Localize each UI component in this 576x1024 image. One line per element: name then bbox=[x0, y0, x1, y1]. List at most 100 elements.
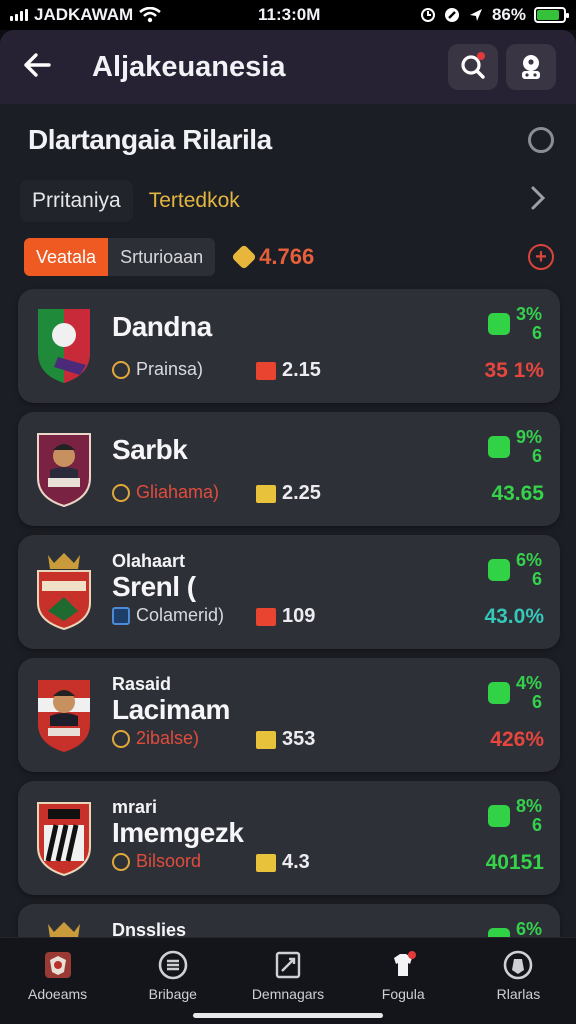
search-button[interactable] bbox=[448, 44, 498, 90]
player-card[interactable]: mrari Imemgezk Bilsoord 4.3 8% 6 40151 bbox=[18, 781, 560, 895]
stat-value: 353 bbox=[282, 728, 316, 750]
battery-percent: 86% bbox=[491, 5, 526, 24]
change-bottom: 6 bbox=[531, 814, 542, 835]
stat-icon bbox=[256, 607, 276, 626]
alarm-icon bbox=[420, 8, 435, 22]
tab-primary[interactable]: Prritaniya bbox=[20, 180, 133, 222]
player-club: mrari bbox=[112, 797, 158, 817]
nav-label: Bribage bbox=[148, 986, 197, 1002]
signal-icon bbox=[10, 9, 28, 21]
position-icon bbox=[112, 606, 130, 625]
ownership-percent: 35 1% bbox=[484, 359, 544, 382]
player-card[interactable]: Olahaart Srenl (Colamerid) 109 6% 6 43.0% bbox=[18, 535, 560, 649]
trend-icon bbox=[487, 312, 510, 335]
ownership-percent: 426% bbox=[490, 728, 544, 751]
position-label: Colamerid) bbox=[136, 605, 225, 625]
change-text: 3% 6 bbox=[516, 305, 542, 343]
position-label: Gliahama) bbox=[136, 482, 220, 502]
ownership-percent: 43.0% bbox=[484, 605, 544, 628]
player-card[interactable]: Dandna Prainsa) 2.15 3% 6 35 1% bbox=[18, 289, 560, 403]
position-icon bbox=[112, 483, 130, 502]
nav-item-managers[interactable]: Demnagars bbox=[230, 938, 345, 1024]
lock-user-icon bbox=[522, 55, 540, 79]
position-label: 2ibalse) bbox=[136, 728, 200, 748]
ownership-percent: 43.65 bbox=[491, 482, 544, 505]
points-value: 4.766 bbox=[259, 244, 315, 269]
page-title: Aljakeuanesia bbox=[92, 50, 286, 83]
player-position: Prainsa) bbox=[112, 359, 203, 380]
player-club: Rasaid bbox=[112, 674, 172, 694]
player-stat: 2.15 bbox=[256, 359, 321, 382]
player-position: Colamerid) bbox=[112, 605, 224, 626]
jersey-icon bbox=[388, 950, 418, 980]
player-position: Bilsoord bbox=[112, 851, 201, 872]
sort-secondary-button[interactable]: Srturioaan bbox=[108, 238, 216, 276]
add-button[interactable]: + bbox=[528, 244, 554, 270]
change-bottom: 6 bbox=[531, 445, 542, 466]
team-crest-icon bbox=[34, 797, 94, 877]
stat-value: 2.25 bbox=[282, 482, 321, 504]
player-name: Sarbk bbox=[112, 434, 188, 465]
coin-icon bbox=[231, 244, 257, 270]
carrier-label: JADKAWAM bbox=[34, 5, 134, 24]
change-top: 6% bbox=[515, 550, 542, 570]
filter-tabs: Prritaniya Tertedkok bbox=[20, 176, 554, 226]
profile-button[interactable] bbox=[506, 44, 556, 90]
team-crest-icon bbox=[34, 551, 94, 631]
team-shield-icon bbox=[43, 950, 73, 980]
wifi-icon bbox=[139, 7, 161, 23]
tab-secondary[interactable]: Tertedkok bbox=[137, 180, 252, 222]
nav-item-rlarlas[interactable]: Rlarlas bbox=[461, 938, 576, 1024]
trend-icon bbox=[487, 435, 510, 458]
player-stat: 353 bbox=[256, 728, 315, 751]
change-badge: 3% 6 bbox=[487, 305, 542, 343]
change-badge: 9% 6 bbox=[487, 428, 542, 466]
player-card[interactable]: Rasaid Lacimam 2ibalse) 353 4% 6 426% bbox=[18, 658, 560, 772]
position-icon bbox=[112, 360, 130, 379]
trend-icon bbox=[487, 681, 510, 704]
team-crest-icon bbox=[34, 674, 94, 754]
back-button[interactable] bbox=[22, 50, 62, 84]
chevron-right-icon[interactable] bbox=[530, 185, 546, 218]
position-icon bbox=[112, 852, 130, 871]
change-bottom: 6 bbox=[531, 568, 542, 589]
section-header: Dlartangaia Rilarila bbox=[28, 104, 554, 176]
points-total: 4.766 bbox=[231, 244, 315, 270]
options-toggle[interactable] bbox=[528, 127, 554, 153]
ball-icon bbox=[503, 950, 533, 980]
home-indicator bbox=[193, 1013, 383, 1018]
player-card[interactable]: Sarbk Gliahama) 2.25 9% 6 43.65 bbox=[18, 412, 560, 526]
nav-label: Demnagars bbox=[251, 986, 325, 1002]
nav-label: Fogula bbox=[381, 986, 425, 1002]
change-text: 4% 6 bbox=[516, 674, 542, 712]
stat-value: 109 bbox=[282, 605, 316, 627]
trend-icon bbox=[487, 804, 510, 827]
stat-value: 4.3 bbox=[282, 851, 310, 873]
nav-item-teams[interactable]: Adoeams bbox=[0, 938, 115, 1024]
change-text: 8% 6 bbox=[516, 797, 542, 835]
sort-primary-button[interactable]: Veatala bbox=[24, 238, 109, 276]
battery-icon bbox=[534, 7, 569, 23]
battery-level bbox=[537, 10, 560, 20]
app-window: Aljakeuanesia Dlartangaia Rilarila Prrit… bbox=[0, 30, 576, 1024]
nav-item-list[interactable]: Bribage bbox=[115, 938, 230, 1024]
player-position: 2ibalse) bbox=[112, 728, 199, 749]
change-text: 6%6 bbox=[516, 551, 542, 589]
stat-icon bbox=[256, 853, 276, 872]
leaderboard-section: Dlartangaia Rilarila Prritaniya Tertedko… bbox=[0, 104, 576, 288]
player-list: Dandna Prainsa) 2.15 3% 6 35 1% Sarbk Gliahama)… bbox=[18, 289, 560, 1024]
app-header: Aljakeuanesia bbox=[0, 30, 576, 104]
position-label: Prainsa) bbox=[136, 359, 204, 379]
player-club: Olahaart bbox=[112, 551, 186, 571]
change-badge: 6%6 bbox=[487, 551, 542, 589]
location-icon bbox=[469, 9, 482, 21]
stat-icon bbox=[256, 361, 276, 380]
player-stat: 109 bbox=[256, 605, 315, 628]
nav-item-fogula[interactable]: Fogula bbox=[346, 938, 461, 1024]
player-name: Lacimam bbox=[112, 694, 230, 725]
team-crest-icon bbox=[34, 305, 94, 385]
tab-list: Prritaniya Tertedkok bbox=[20, 180, 252, 222]
change-badge: 4% 6 bbox=[487, 674, 542, 712]
clipboard-icon bbox=[273, 950, 303, 980]
clock: 11:3:0M bbox=[258, 5, 321, 24]
